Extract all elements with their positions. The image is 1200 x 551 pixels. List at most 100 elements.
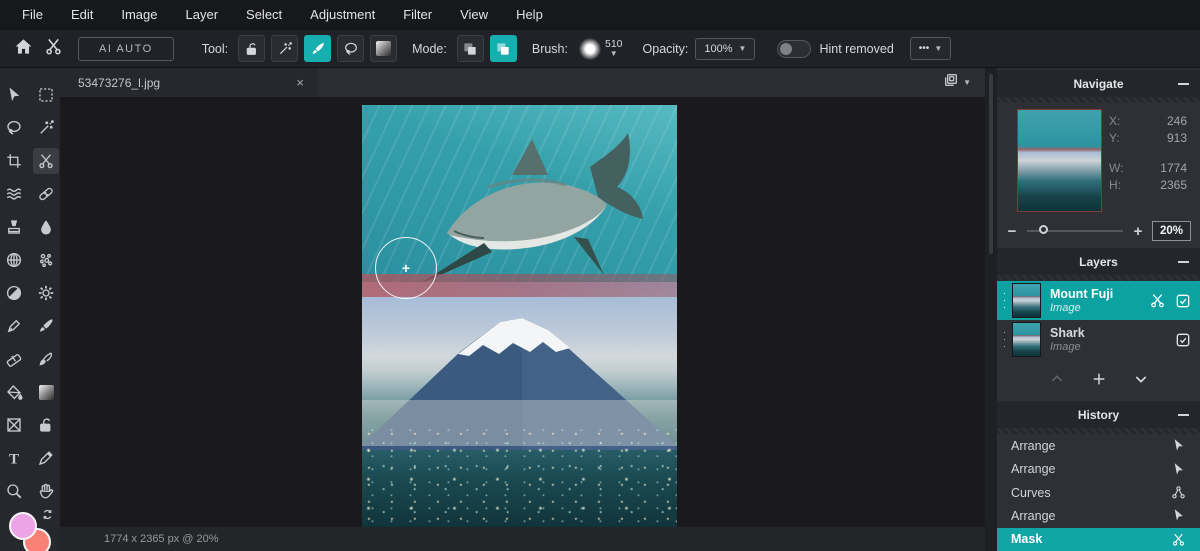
history-step-mask[interactable]: Mask [997,528,1200,551]
menu-help[interactable]: Help [502,0,557,30]
sidebar-tool-scissors[interactable] [33,148,59,174]
menu-edit[interactable]: Edit [57,0,107,30]
menu-filter[interactable]: Filter [389,0,446,30]
sidebar-tool-dots[interactable] [33,247,59,273]
sidebar-tool-eraser[interactable] [1,346,27,372]
history-header[interactable]: History [997,401,1200,428]
cut-tool-button[interactable] [38,35,68,63]
sidebar-tool-gradient[interactable] [33,379,59,405]
menu-select[interactable]: Select [232,0,296,30]
sidebar-tool-lock-open[interactable] [33,412,59,438]
scissors-icon [37,152,55,170]
tool-option-magic-wand[interactable] [271,35,298,62]
navigate-header[interactable]: Navigate [997,70,1200,97]
collapse-icon[interactable] [1178,414,1189,416]
zoom-value[interactable]: 20% [1152,221,1191,241]
sidebar-tool-marquee[interactable] [33,82,59,108]
layer-thumbnail[interactable] [1012,283,1041,318]
sidebar-tool-magic-wand[interactable] [33,115,59,141]
sidebar-tool-bandage[interactable] [33,181,59,207]
brush-icon [37,317,55,335]
layer-row-mount-fuji[interactable]: Mount FujiImage [997,281,1200,320]
add-layer-button[interactable] [1091,371,1107,387]
sidebar-tool-pen[interactable] [1,313,27,339]
layer-visibility-checkbox[interactable] [1175,332,1191,348]
zoom-out-button[interactable]: − [1006,223,1018,240]
collapse-icon[interactable] [1178,261,1189,263]
history-step-arrange[interactable]: Arrange [997,504,1200,527]
window-layout-dropdown[interactable]: ▼ [943,68,985,97]
menu-file[interactable]: File [8,0,57,30]
layers-header[interactable]: Layers [997,248,1200,275]
navigate-thumbnail[interactable] [1017,109,1102,212]
sidebar-tool-halfmoon[interactable] [1,280,27,306]
more-options-button[interactable]: ••• ▼ [910,37,951,60]
sidebar-tool-frame-x[interactable] [1,412,27,438]
menu-view[interactable]: View [446,0,502,30]
menu-adjustment[interactable]: Adjustment [296,0,389,30]
mode-option-mode-squares-active[interactable] [490,35,517,62]
history-step-curves[interactable]: Curves [997,481,1200,504]
layer-drag-handle[interactable] [1002,290,1007,312]
navigate-coordinates: X:246Y:913W:1774H:2365 [1109,113,1187,194]
sidebar-tool-globe[interactable] [1,247,27,273]
opacity-dropdown[interactable]: 100% ▼ [695,38,755,60]
ai-auto-button[interactable]: AI AUTO [78,37,174,61]
layer-mask-scissors-icon[interactable] [1149,292,1166,309]
navigate-field-x: X:246 [1109,113,1187,130]
sidebar-tool-stamp[interactable] [1,214,27,240]
brush-size-value: 510 [605,39,623,49]
scrollbar-thumb[interactable] [989,74,993,254]
sidebar-tool-drop[interactable] [33,214,59,240]
move-layer-down-button[interactable] [1133,371,1149,387]
sidebar-tool-crop[interactable] [1,148,27,174]
sidebar-tool-waves[interactable] [1,181,27,207]
history-step-arrange[interactable]: Arrange [997,457,1200,480]
collapse-icon[interactable] [1178,83,1189,85]
swap-colors-icon[interactable] [41,508,54,526]
menu-image[interactable]: Image [107,0,171,30]
history-step-arrange[interactable]: Arrange [997,434,1200,457]
move-layer-up-button[interactable] [1049,371,1065,387]
sidebar-tool-hand[interactable] [33,478,59,504]
home-button[interactable] [8,35,38,63]
brush-preview-icon[interactable] [579,38,601,60]
layer-type: Image [1050,302,1149,315]
brush-size-dropdown[interactable]: 510 ▼ [605,39,623,59]
layer-drag-handle[interactable] [1002,329,1007,351]
zoom-slider-knob[interactable] [1039,225,1048,234]
hint-removed-label: Hint removed [819,42,893,56]
pen-icon [5,317,23,335]
layer-visibility-checkbox[interactable] [1175,293,1191,309]
panel-scrollbar[interactable] [985,68,997,551]
tool-option-lasso[interactable] [337,35,364,62]
hint-removed-toggle[interactable] [777,40,811,58]
chevron-down-icon: ▼ [934,44,942,53]
tool-option-lock-open[interactable] [238,35,265,62]
sidebar-tool-lasso[interactable] [1,115,27,141]
sidebar-tool-magnify[interactable] [1,478,27,504]
sidebar-tool-brush[interactable] [33,313,59,339]
tool-option-brush-active[interactable] [304,35,331,62]
menu-layer[interactable]: Layer [172,0,233,30]
bucket-icon [5,383,23,401]
zoom-slider[interactable] [1027,230,1123,232]
sidebar-tool-smudge[interactable] [33,346,59,372]
layer-row-shark[interactable]: SharkImage [997,320,1200,359]
tab-close-icon[interactable]: × [294,75,306,90]
sidebar-tool-picker[interactable] [33,445,59,471]
sidebar-tool-bucket[interactable] [1,379,27,405]
sidebar-tool-text[interactable]: T [1,445,27,471]
statusbar: 1774 x 2365 px @ 20% [60,527,985,551]
sidebar-tool-gear[interactable] [33,280,59,306]
layer-thumbnail[interactable] [1012,322,1041,357]
document-tab[interactable]: 53473276_l.jpg × [60,68,318,97]
sidebar-tool-arrow[interactable] [1,82,27,108]
tool-option-gradient[interactable] [370,35,397,62]
mode-option-mode-squares[interactable] [457,35,484,62]
eraser-icon [5,350,23,368]
canvas-viewport[interactable]: + [60,97,985,527]
primary-color-swatch[interactable] [9,512,37,540]
zoom-in-button[interactable]: + [1132,223,1144,240]
frame-x-icon [5,416,23,434]
